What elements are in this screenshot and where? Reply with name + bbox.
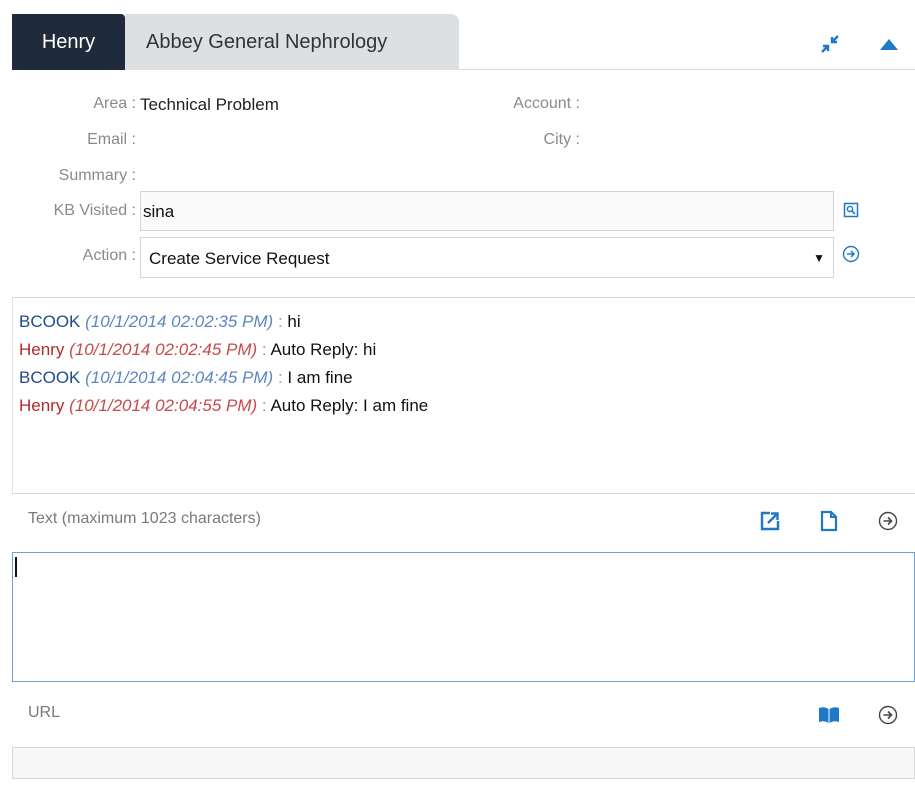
tab-label: Abbey General Nephrology bbox=[146, 30, 388, 53]
kb-search-icon[interactable] bbox=[842, 201, 860, 219]
message-timestamp: (10/1/2014 02:02:45 PM) bbox=[69, 340, 258, 359]
chat-message: BCOOK (10/1/2014 02:02:35 PM) : hi bbox=[19, 308, 915, 336]
action-selected-value: Create Service Request bbox=[149, 249, 330, 268]
area-value: Technical Problem bbox=[140, 95, 279, 114]
message-text: I am fine bbox=[287, 368, 353, 387]
message-sender: BCOOK bbox=[19, 312, 81, 331]
message-text: Auto Reply: hi bbox=[270, 340, 377, 359]
action-select[interactable]: Create Service Request ▼ bbox=[140, 237, 834, 278]
kb-visited-label: KB Visited : bbox=[53, 202, 136, 219]
message-timestamp: (10/1/2014 02:02:35 PM) bbox=[85, 312, 274, 331]
message-text: Auto Reply: I am fine bbox=[270, 396, 429, 415]
tab-label: Henry bbox=[41, 30, 96, 53]
message-sender: Henry bbox=[19, 396, 65, 415]
send-text-arrow-icon[interactable] bbox=[877, 510, 899, 532]
city-label: City : bbox=[543, 131, 580, 148]
area-label: Area : bbox=[93, 95, 136, 112]
tab-bar: Henry Abbey General Nephrology bbox=[12, 14, 915, 70]
message-text: hi bbox=[287, 312, 301, 331]
collapse-up-icon[interactable] bbox=[876, 32, 902, 56]
open-external-icon[interactable] bbox=[759, 510, 781, 532]
email-label: Email : bbox=[87, 131, 136, 148]
url-input[interactable] bbox=[12, 747, 915, 779]
url-label: URL bbox=[28, 704, 61, 721]
account-label: Account : bbox=[513, 95, 580, 112]
chat-transcript: BCOOK (10/1/2014 02:02:35 PM) : hi Henry… bbox=[12, 297, 915, 494]
tab-henry[interactable]: Henry bbox=[12, 14, 125, 70]
message-separator: : bbox=[277, 368, 283, 387]
message-separator: : bbox=[261, 340, 267, 359]
message-separator: : bbox=[277, 312, 283, 331]
compress-icon[interactable] bbox=[817, 32, 843, 56]
document-icon[interactable] bbox=[818, 510, 840, 532]
dropdown-caret-icon: ▼ bbox=[813, 251, 825, 265]
message-sender: BCOOK bbox=[19, 368, 81, 387]
knowledge-book-icon[interactable] bbox=[818, 704, 840, 726]
kb-visited-input[interactable]: sina bbox=[140, 191, 834, 231]
go-arrow-icon[interactable] bbox=[842, 245, 860, 263]
chat-message: Henry (10/1/2014 02:02:45 PM) : Auto Rep… bbox=[19, 336, 915, 364]
message-text-area[interactable] bbox=[12, 552, 915, 682]
message-separator: : bbox=[261, 396, 267, 415]
text-cursor bbox=[15, 557, 17, 577]
chat-message: BCOOK (10/1/2014 02:04:45 PM) : I am fin… bbox=[19, 364, 915, 392]
send-url-arrow-icon[interactable] bbox=[877, 704, 899, 726]
chat-message: Henry (10/1/2014 02:04:55 PM) : Auto Rep… bbox=[19, 392, 915, 420]
message-sender: Henry bbox=[19, 340, 65, 359]
message-timestamp: (10/1/2014 02:04:45 PM) bbox=[85, 368, 274, 387]
tab-abbey-general-nephrology[interactable]: Abbey General Nephrology bbox=[125, 14, 459, 70]
text-field-label: Text (maximum 1023 characters) bbox=[28, 510, 261, 527]
message-timestamp: (10/1/2014 02:04:55 PM) bbox=[69, 396, 258, 415]
summary-label: Summary : bbox=[58, 167, 136, 184]
action-label: Action : bbox=[82, 247, 136, 264]
